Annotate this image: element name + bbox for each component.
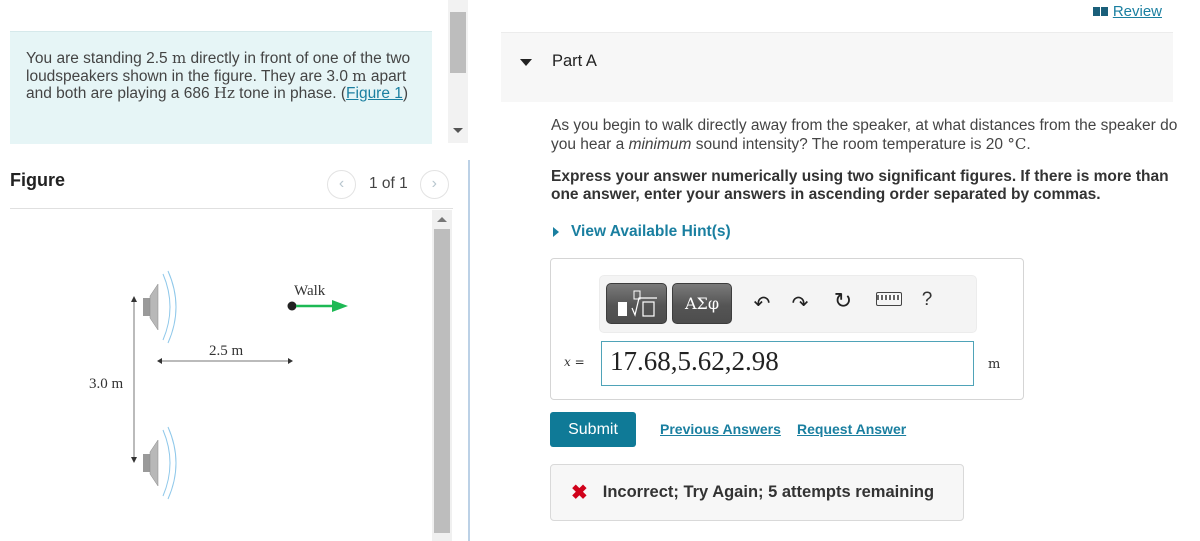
redo-icon[interactable]: ↷ <box>788 291 812 316</box>
math-toolbar: ΑΣφ ↶ ↷ ↻ ? <box>599 275 977 333</box>
submit-button[interactable]: Submit <box>550 412 636 447</box>
chevron-left-icon: ‹ <box>338 175 345 192</box>
figure-count: 1 of 1 <box>369 175 408 192</box>
separation-label: 3.0 m <box>89 376 124 392</box>
walk-label: Walk <box>294 283 326 299</box>
hints-label: View Available Hint(s) <box>571 223 731 240</box>
figure-pager: ‹ 1 of 1 › <box>327 169 449 199</box>
equals-sign: = <box>570 355 585 369</box>
text-segment: tone in phase. <box>234 85 341 102</box>
distance-arrowhead-right <box>288 358 293 364</box>
scroll-up-arrow-icon[interactable] <box>437 217 447 222</box>
separation-arrowhead-bottom <box>131 457 137 463</box>
person-dot <box>287 301 297 311</box>
request-answer-link[interactable]: Request Answer <box>797 421 906 437</box>
divider <box>10 208 453 209</box>
math-unit: m <box>352 66 367 85</box>
math-unit: Hz <box>213 84 235 102</box>
review-label: Review <box>1112 3 1162 20</box>
part-title: Part A <box>552 52 597 70</box>
chevron-right-icon: › <box>431 175 437 192</box>
x-mark-icon: ✖ <box>571 482 588 504</box>
collapse-triangle-icon[interactable] <box>520 59 532 66</box>
distance-label: 2.5 m <box>209 343 244 359</box>
figure-link[interactable]: Figure 1 <box>346 85 403 102</box>
problem-panel: You are standing 2.5 m directly in front… <box>0 0 470 541</box>
math-unit: m <box>171 49 187 67</box>
previous-answers-link[interactable]: Previous Answers <box>660 421 781 437</box>
scrollbar-thumb[interactable] <box>434 229 450 533</box>
text-segment: You are standing 2.5 <box>26 50 172 67</box>
walk-arrow-icon <box>332 300 348 312</box>
view-hints-toggle[interactable]: View Available Hint(s) <box>551 223 731 241</box>
figure-scrollbar[interactable] <box>432 210 452 541</box>
reset-icon[interactable]: ↻ <box>831 288 855 314</box>
help-button[interactable]: ? <box>915 289 939 311</box>
book-icon <box>1092 7 1108 16</box>
question-part: sound intensity? The room temperature is… <box>691 136 1008 153</box>
problem-statement: You are standing 2.5 m directly in front… <box>10 31 432 144</box>
scroll-down-arrow-icon[interactable] <box>453 128 463 133</box>
answer-instruction: Express your answer numerically using tw… <box>551 168 1169 203</box>
undo-icon[interactable]: ↶ <box>750 291 774 316</box>
distance-arrowhead-left <box>157 358 162 364</box>
keyboard-icon[interactable] <box>876 292 902 306</box>
problem-scrollbar[interactable] <box>448 0 468 143</box>
paren-close: ) <box>402 85 409 102</box>
answer-box: ΑΣφ ↶ ↷ ↻ ? x = 17.68,5.62,2.98 m <box>550 258 1024 400</box>
templates-button[interactable] <box>606 283 667 324</box>
speaker-top-icon <box>143 270 177 344</box>
expand-triangle-icon <box>553 227 559 237</box>
separation-arrowhead-top <box>131 296 137 302</box>
temperature-unit: °C <box>1007 135 1027 153</box>
question-text: As you begin to walk directly away from … <box>551 117 1181 154</box>
part-a-header[interactable]: Part A <box>501 32 1173 102</box>
review-link[interactable]: Review <box>1092 3 1162 20</box>
panel-divider[interactable] <box>468 160 470 541</box>
answer-unit: m <box>988 357 1001 372</box>
next-figure-button[interactable]: › <box>419 169 449 199</box>
question-part: . <box>1026 136 1031 153</box>
feedback-message: Incorrect; Try Again; 5 attempts remaini… <box>602 483 935 501</box>
prev-figure-button[interactable]: ‹ <box>327 169 356 199</box>
symbols-button[interactable]: ΑΣφ <box>672 283 732 324</box>
answer-input[interactable]: 17.68,5.62,2.98 <box>601 341 974 386</box>
templates-icon <box>617 290 657 317</box>
figure-image: 3.0 m 2.5 m Walk <box>89 270 348 500</box>
variable-label: x = <box>564 355 585 369</box>
variable-name: x <box>564 355 571 369</box>
figure-title: Figure <box>10 170 66 190</box>
question-emphasis: minimum <box>628 136 692 153</box>
scrollbar-thumb[interactable] <box>450 12 466 73</box>
feedback-box: ✖ Incorrect; Try Again; 5 attempts remai… <box>550 464 964 521</box>
speaker-bottom-icon <box>143 426 177 500</box>
